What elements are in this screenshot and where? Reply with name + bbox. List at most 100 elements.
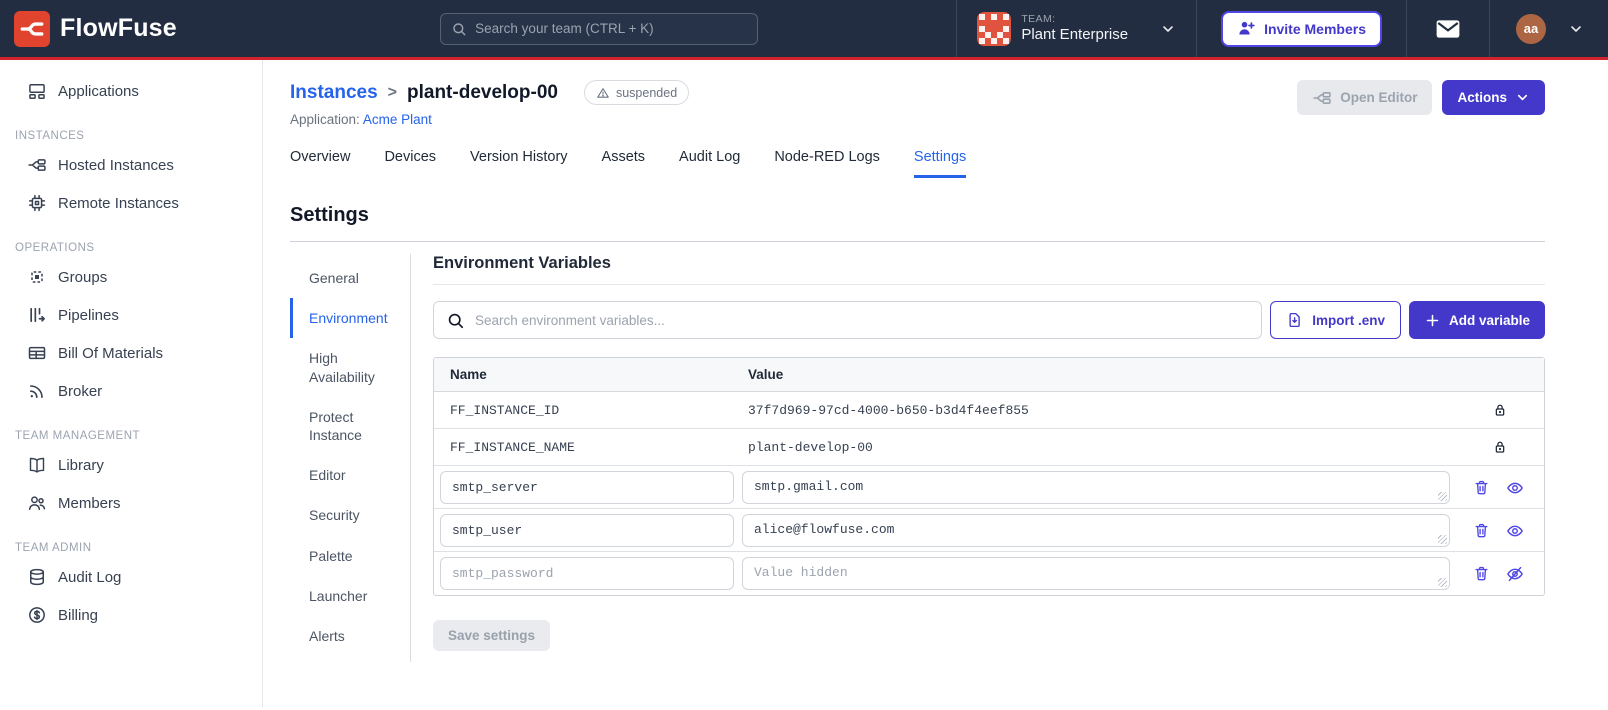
resize-grip[interactable] (1438, 492, 1447, 501)
eye-icon (1506, 525, 1523, 536)
tab-settings[interactable]: Settings (913, 149, 967, 178)
table-header: Name Value (434, 358, 1544, 392)
status-badge: suspended (583, 80, 690, 105)
hide-value-button[interactable] (1506, 565, 1524, 583)
delete-variable-button[interactable] (1473, 565, 1490, 582)
status-badge-label: suspended (615, 85, 678, 100)
pipelines-icon (30, 307, 45, 323)
billing-icon (29, 607, 45, 623)
invite-members-label: Invite Members (1264, 20, 1366, 37)
env-var-value-input[interactable]: alice@flowfuse.com (742, 514, 1450, 547)
breadcrumb-instances-link[interactable]: Instances (290, 82, 378, 104)
instance-tabs: Overview Devices Version History Assets … (290, 149, 1545, 178)
user-menu[interactable]: aa (1492, 13, 1594, 44)
settings-nav-general[interactable]: General (290, 258, 410, 298)
sidebar-item-groups[interactable]: Groups (0, 258, 262, 296)
tab-devices[interactable]: Devices (384, 149, 436, 178)
sidebar-item-remote-instances[interactable]: Remote Instances (0, 184, 262, 222)
sidebar-item-label: Pipelines (58, 306, 119, 324)
table-row: smtp.gmail.com (434, 466, 1544, 509)
delete-variable-button[interactable] (1473, 479, 1490, 496)
flowfuse-logo-icon (14, 10, 50, 47)
remote-instances-icon (28, 194, 46, 212)
team-search[interactable] (440, 12, 759, 45)
search-icon (448, 313, 464, 328)
application-label: Application: (290, 112, 360, 127)
actions-button[interactable]: Actions (1442, 80, 1545, 115)
env-var-value-input[interactable] (742, 557, 1450, 590)
avatar: aa (1516, 13, 1546, 44)
open-editor-button[interactable]: Open Editor (1297, 80, 1433, 115)
application-link[interactable]: Acme Plant (363, 112, 432, 127)
save-settings-button[interactable]: Save settings (433, 620, 551, 651)
sidebar-item-library[interactable]: Library (0, 446, 262, 484)
members-icon (28, 496, 46, 510)
environment-panel: Environment Variables Import .env (433, 254, 1545, 662)
library-icon (29, 457, 45, 473)
settings-nav-high-availability[interactable]: High Availability (290, 338, 410, 396)
settings-nav: General Environment High Availability Pr… (290, 254, 411, 662)
settings-title: Settings (290, 204, 369, 226)
settings-nav-launcher[interactable]: Launcher (290, 576, 410, 616)
resize-grip[interactable] (1438, 535, 1447, 544)
settings-nav-editor[interactable]: Editor (290, 455, 410, 495)
sidebar-section-instances: INSTANCES (15, 130, 85, 142)
applications-icon (29, 84, 45, 99)
env-var-value-input[interactable]: smtp.gmail.com (742, 471, 1450, 504)
settings-nav-alerts[interactable]: Alerts (290, 616, 410, 656)
sidebar-item-bill-of-materials[interactable]: Bill Of Materials (0, 334, 262, 372)
show-value-button[interactable] (1506, 522, 1524, 540)
env-var-name-input[interactable] (440, 557, 734, 590)
env-var-name-input[interactable] (440, 471, 734, 504)
team-label: TEAM: (1021, 12, 1056, 25)
import-env-button[interactable]: Import .env (1270, 301, 1401, 339)
trash-icon (1475, 480, 1487, 495)
env-var-name-input[interactable] (440, 514, 734, 547)
tab-overview[interactable]: Overview (290, 149, 350, 178)
env-var-name: FF_INSTANCE_ID (450, 402, 560, 418)
sidebar-item-billing[interactable]: Billing (0, 596, 262, 634)
tab-audit-log[interactable]: Audit Log (679, 149, 740, 178)
team-search-input[interactable] (475, 21, 748, 36)
sidebar-item-label: Audit Log (58, 568, 122, 586)
sidebar-section-operations: OPERATIONS (15, 242, 95, 254)
tab-assets[interactable]: Assets (602, 149, 646, 178)
lock-icon (1495, 404, 1505, 416)
column-header-name: Name (450, 367, 487, 382)
tab-node-red-logs[interactable]: Node-RED Logs (774, 149, 880, 178)
sidebar-item-label: Bill Of Materials (58, 344, 164, 362)
sidebar-item-broker[interactable]: Broker (0, 372, 262, 410)
bill-of-materials-icon (28, 346, 46, 360)
brand[interactable]: FlowFuse (14, 10, 244, 47)
resize-grip[interactable] (1438, 578, 1447, 587)
chevron-down-icon (1568, 21, 1584, 37)
sidebar-item-pipelines[interactable]: Pipelines (0, 296, 262, 334)
settings-nav-protect-instance[interactable]: Protect Instance (290, 397, 410, 455)
sidebar-item-audit-log[interactable]: Audit Log (0, 558, 262, 596)
delete-variable-button[interactable] (1473, 522, 1490, 539)
tab-version-history[interactable]: Version History (470, 149, 568, 178)
settings-nav-security[interactable]: Security (290, 495, 410, 535)
env-search-input[interactable] (475, 312, 1250, 328)
env-search[interactable] (433, 301, 1263, 339)
trash-icon (1475, 566, 1487, 581)
trash-icon (1475, 523, 1487, 538)
settings-nav-environment[interactable]: Environment (290, 298, 410, 339)
breadcrumb: Instances > plant-develop-00 suspended (290, 80, 1297, 105)
settings-nav-palette[interactable]: Palette (290, 536, 410, 576)
user-plus-icon (1239, 21, 1255, 35)
actions-label: Actions (1457, 90, 1507, 105)
table-row (434, 552, 1544, 595)
sidebar-item-label: Applications (58, 82, 139, 100)
invite-members-button[interactable]: Invite Members (1221, 10, 1382, 47)
sidebar-item-label: Hosted Instances (58, 156, 174, 174)
sidebar-item-members[interactable]: Members (0, 484, 262, 522)
team-selector[interactable]: TEAM: Plant Enterprise (959, 11, 1194, 46)
show-value-button[interactable] (1506, 479, 1524, 497)
sidebar-item-hosted-instances[interactable]: Hosted Instances (0, 146, 262, 184)
chevron-down-icon (1160, 21, 1176, 37)
environment-title: Environment Variables (433, 254, 1545, 285)
add-variable-button[interactable]: Add variable (1408, 301, 1545, 339)
sidebar-item-applications[interactable]: Applications (0, 72, 262, 110)
notifications-button[interactable] (1409, 18, 1487, 40)
